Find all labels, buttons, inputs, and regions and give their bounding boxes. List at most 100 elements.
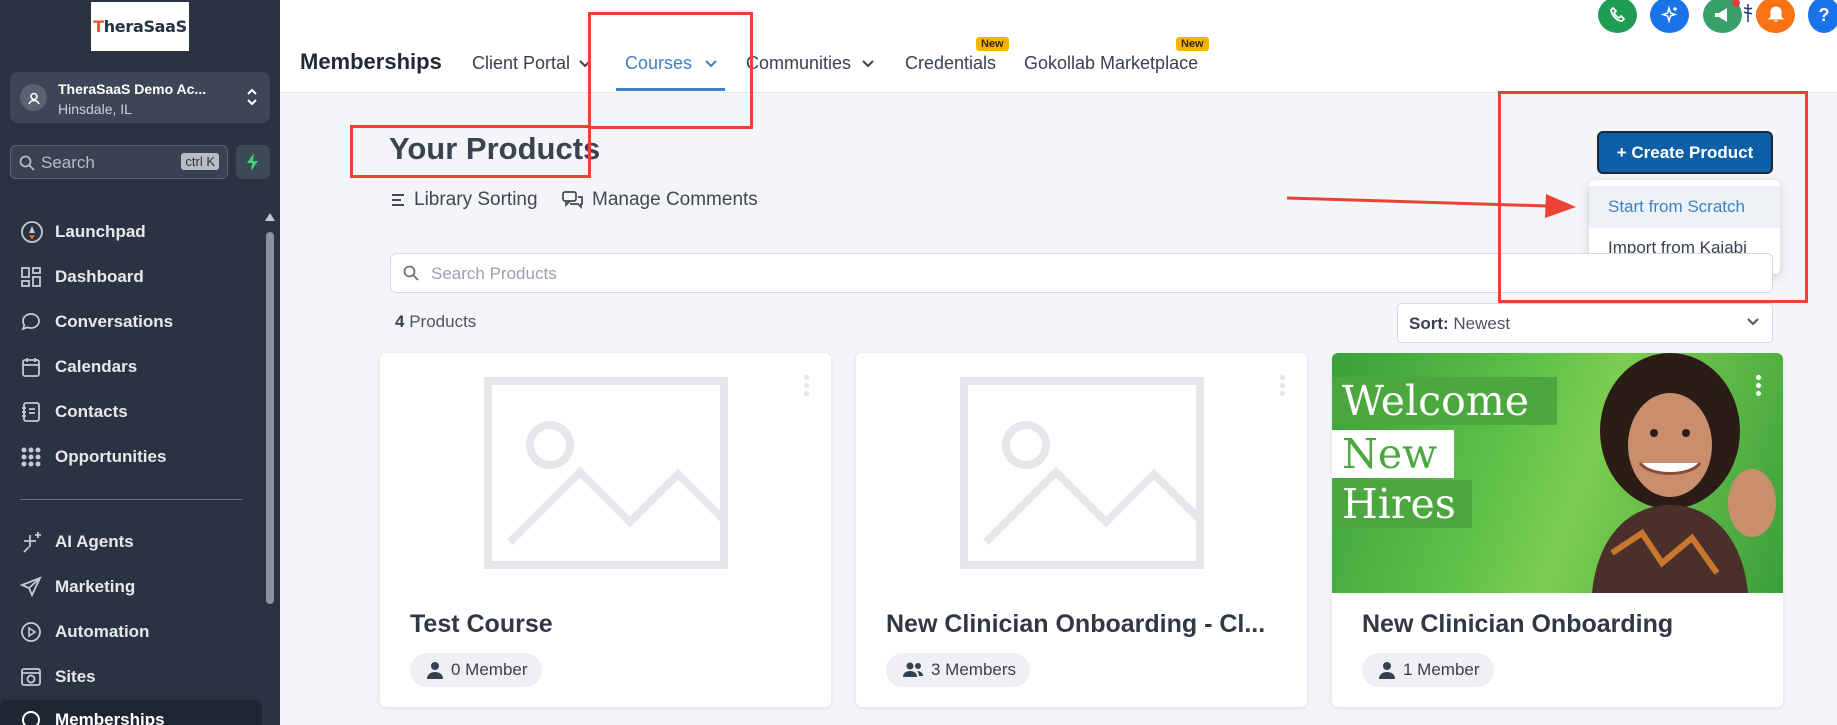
sidebar-item-label: Conversations	[55, 312, 174, 331]
announcements-button[interactable]	[1703, 0, 1742, 33]
hires-text: Hires	[1332, 480, 1472, 528]
tab-communities[interactable]: Communities	[746, 53, 875, 74]
manage-comments-link[interactable]: Manage Comments	[562, 189, 758, 211]
member-count: 3 Members	[931, 660, 1017, 679]
chevron-updown-icon	[246, 85, 258, 114]
sidebar-item-label: Marketing	[55, 577, 136, 596]
card-title: Test Course	[410, 610, 553, 638]
member-count: 0 Member	[451, 660, 528, 679]
product-card[interactable]: Test Course 0 Member	[380, 353, 831, 707]
globe-icon	[20, 666, 46, 688]
automation-icon	[20, 621, 46, 643]
tab-label: Gokollab Marketplace	[1024, 53, 1199, 73]
users-icon	[902, 661, 924, 679]
tab-label: Communities	[746, 53, 852, 73]
user-icon	[1378, 661, 1396, 679]
notifications-button[interactable]	[1756, 0, 1795, 33]
tab-client-portal[interactable]: Client Portal	[472, 53, 592, 74]
tab-credentials[interactable]: Credentials	[905, 53, 996, 74]
search-products-placeholder: Search Products	[431, 264, 557, 283]
phone-button[interactable]	[1598, 0, 1637, 33]
company-logo[interactable]: TheraSaaS	[91, 2, 189, 51]
account-name: TheraSaaS Demo Ac...	[58, 81, 207, 97]
more-options-icon[interactable]	[804, 375, 809, 396]
sidebar: TheraSaaS TheraSaaS Demo Ac... Hinsdale,…	[0, 0, 280, 725]
sidebar-item-label: Calendars	[55, 357, 138, 376]
sidebar-item-conversations[interactable]: Conversations	[20, 308, 173, 336]
sort-lines-icon	[392, 192, 406, 208]
member-count: 1 Member	[1403, 660, 1480, 679]
send-icon	[20, 576, 46, 598]
library-sorting-label: Library Sorting	[414, 189, 538, 210]
sidebar-item-ai-agents[interactable]: AI Agents	[20, 528, 134, 556]
sidebar-item-label: Sites	[55, 667, 96, 686]
opportunities-icon	[20, 446, 46, 468]
library-sorting-link[interactable]: Library Sorting	[392, 189, 538, 211]
sidebar-item-automation[interactable]: Automation	[20, 618, 149, 646]
product-count: 4 Products	[395, 312, 476, 332]
product-count-label: Products	[409, 312, 477, 331]
placeholder-image-icon	[380, 353, 831, 593]
lightning-icon	[247, 153, 258, 171]
sidebar-scrollbar-thumb[interactable]	[266, 232, 274, 604]
welcome-new-hires-image: Welcome New Hires	[1332, 353, 1783, 593]
megaphone-icon	[1714, 8, 1727, 22]
annotation-box-courses	[588, 12, 753, 129]
tab-label: Credentials	[905, 53, 997, 73]
member-count-badge: 1 Member	[1362, 653, 1494, 687]
search-placeholder: Search	[41, 153, 95, 172]
sidebar-item-calendars[interactable]: Calendars	[20, 353, 137, 381]
sidebar-item-label: Contacts	[55, 402, 128, 421]
rocket-icon	[20, 220, 46, 244]
product-card[interactable]: New Clinician Onboarding - Cl... 3 Membe…	[856, 353, 1307, 707]
account-switcher[interactable]: TheraSaaS Demo Ac... Hinsdale, IL	[10, 72, 270, 123]
user-icon	[426, 661, 444, 679]
new-badge: New	[1176, 37, 1209, 51]
sidebar-item-dashboard[interactable]: Dashboard	[20, 263, 144, 291]
sidebar-item-opportunities[interactable]: Opportunities	[20, 443, 166, 471]
help-button[interactable]: ?	[1808, 0, 1837, 33]
help-icon: ?	[1818, 4, 1830, 25]
sidebar-item-sites[interactable]: Sites	[20, 663, 96, 691]
tab-gokollab-marketplace[interactable]: Gokollab Marketplace	[1024, 53, 1198, 74]
member-count-badge: 3 Members	[886, 653, 1031, 687]
location-pin-icon	[20, 84, 47, 111]
more-options-icon[interactable]	[1756, 375, 1761, 396]
app-root: TheraSaaS TheraSaaS Demo Ac... Hinsdale,…	[0, 0, 1837, 725]
dashboard-grid-icon	[20, 266, 46, 288]
quick-actions-button[interactable]	[236, 145, 270, 179]
search-icon	[19, 155, 35, 176]
ai-sparkle-icon	[1660, 5, 1677, 24]
annotation-arrow	[1287, 194, 1576, 218]
sidebar-item-contacts[interactable]: Contacts	[20, 398, 128, 426]
sidebar-item-label: Automation	[55, 622, 150, 641]
new-text: New	[1332, 430, 1454, 478]
card-title: New Clinician Onboarding - Cl...	[886, 610, 1266, 638]
chevron-down-icon	[1747, 318, 1759, 326]
sidebar-search-input[interactable]: Search ctrl K	[10, 145, 228, 179]
page-title: Memberships	[300, 49, 442, 74]
manage-comments-label: Manage Comments	[592, 189, 758, 210]
sort-label: Sort:	[1409, 314, 1449, 333]
sort-select[interactable]: Sort: Newest	[1397, 303, 1773, 343]
sidebar-item-memberships[interactable]: Memberships	[20, 706, 165, 725]
sort-value: Newest	[1453, 314, 1511, 333]
sidebar-divider	[20, 499, 242, 500]
sidebar-item-label: Dashboard	[55, 267, 144, 286]
contacts-book-icon	[20, 401, 46, 423]
sidebar-item-label: Opportunities	[55, 447, 167, 466]
welcome-text: Welcome	[1332, 377, 1557, 425]
sparkle-icon	[20, 530, 46, 554]
more-options-icon[interactable]	[1280, 375, 1285, 396]
chat-bubble-icon	[20, 311, 46, 333]
phone-icon	[1609, 6, 1625, 22]
member-count-badge: 0 Member	[410, 653, 542, 687]
sidebar-item-launchpad[interactable]: Launchpad	[20, 218, 146, 246]
product-card[interactable]: Welcome New Hires New Clinician Onboardi…	[1332, 353, 1783, 707]
scroll-up-arrow-icon[interactable]	[265, 213, 275, 221]
ai-assistant-button[interactable]	[1650, 0, 1689, 33]
tab-label: Client Portal	[472, 53, 571, 73]
sidebar-item-marketing[interactable]: Marketing	[20, 573, 135, 601]
top-header: Memberships Client Portal Courses Commun…	[280, 0, 1837, 93]
search-icon	[403, 265, 419, 286]
